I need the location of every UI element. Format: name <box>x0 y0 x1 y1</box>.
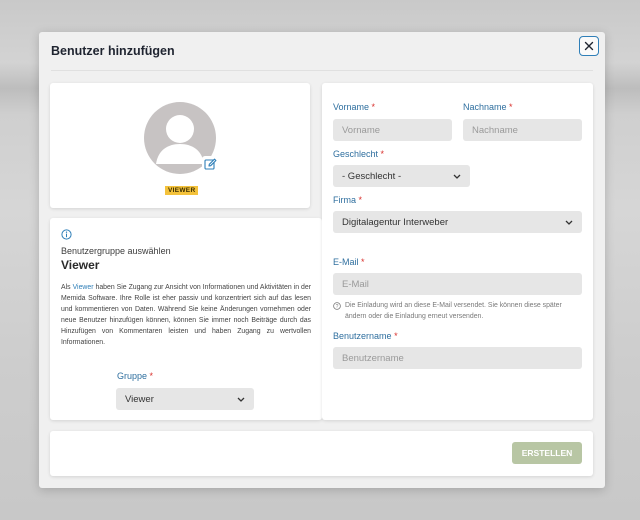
close-icon <box>584 41 594 51</box>
group-label: Gruppe * <box>117 371 153 381</box>
help-icon: ? <box>333 302 341 310</box>
group-label-text: Gruppe <box>117 371 148 381</box>
edit-icon[interactable] <box>202 156 218 172</box>
lastname-label-text: Nachname <box>463 102 507 112</box>
username-label-text: Benutzername <box>333 331 392 341</box>
required-mark: * <box>394 331 398 341</box>
add-user-modal: Benutzer hinzufügen VIEWER Benutzergrupp… <box>39 32 605 488</box>
email-label: E-Mail * <box>333 257 365 267</box>
email-hint: ? Die Einladung wird an diese E-Mail ver… <box>333 300 578 322</box>
group-select[interactable]: Viewer <box>116 388 254 410</box>
username-input[interactable]: Benutzername <box>333 347 582 369</box>
create-button[interactable]: ERSTELLEN <box>512 442 582 464</box>
info-icon <box>61 229 72 240</box>
chevron-down-icon <box>565 220 573 225</box>
user-form-card: Vorname * Vorname Nachname * Nachname Ge… <box>322 83 593 420</box>
required-mark: * <box>149 371 154 381</box>
email-hint-text: Die Einladung wird an diese E-Mail verse… <box>345 302 562 320</box>
firstname-label-text: Vorname <box>333 102 370 112</box>
group-info-card: Benutzergruppe auswählen Viewer Als View… <box>50 218 322 420</box>
firstname-label: Vorname * <box>333 102 375 112</box>
gender-label-text: Geschlecht <box>333 149 379 159</box>
gender-label: Geschlecht * <box>333 149 384 159</box>
description-body: haben Sie Zugang zur Ansicht von Informa… <box>61 284 311 346</box>
required-mark: * <box>509 102 513 112</box>
required-mark: * <box>371 102 376 112</box>
modal-title: Benutzer hinzufügen <box>51 44 175 58</box>
firstname-input[interactable]: Vorname <box>333 119 452 141</box>
required-mark: * <box>358 195 363 205</box>
lastname-label: Nachname * <box>463 102 513 112</box>
required-mark: * <box>380 149 385 159</box>
gender-select[interactable]: - Geschlecht - <box>333 165 470 187</box>
username-label: Benutzername * <box>333 331 398 341</box>
company-select[interactable]: Digitalagentur Interweber <box>333 211 582 233</box>
company-select-value: Digitalagentur Interweber <box>342 216 449 228</box>
description-prefix: Als <box>61 284 73 291</box>
required-mark: * <box>361 257 365 267</box>
email-label-text: E-Mail <box>333 257 359 267</box>
chevron-down-icon <box>237 397 245 402</box>
company-label-text: Firma <box>333 195 356 205</box>
role-badge: VIEWER <box>165 186 199 195</box>
group-select-label: Benutzergruppe auswählen <box>61 246 171 256</box>
group-select-value: Viewer <box>125 393 154 405</box>
group-description: Als Viewer haben Sie Zugang zur Ansicht … <box>61 282 311 348</box>
company-label: Firma * <box>333 195 362 205</box>
modal-footer: ERSTELLEN <box>50 431 593 476</box>
lastname-input[interactable]: Nachname <box>463 119 582 141</box>
chevron-down-icon <box>453 174 461 179</box>
header-divider <box>51 70 593 71</box>
svg-text:?: ? <box>336 304 339 310</box>
email-input[interactable]: E-Mail <box>333 273 582 295</box>
group-heading: Viewer <box>61 258 100 272</box>
close-button[interactable] <box>579 36 599 56</box>
avatar-card: VIEWER <box>50 83 310 208</box>
gender-select-value: - Geschlecht - <box>342 170 402 182</box>
viewer-link[interactable]: Viewer <box>73 284 94 291</box>
